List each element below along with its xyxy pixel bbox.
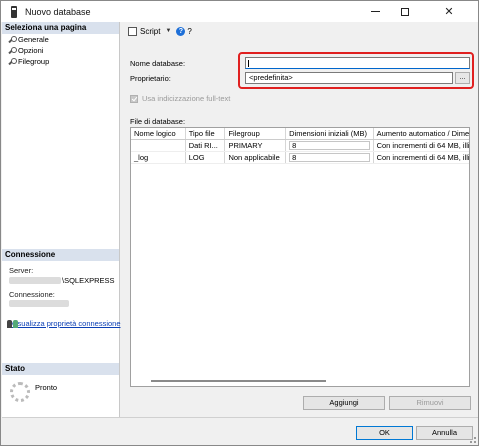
page-item-general[interactable]: Generale [2,34,119,45]
connection-value [9,300,119,307]
connection-section: Connessione Server: \SQLEXPRESS Connessi… [2,249,121,328]
owner-label: Proprietario: [130,74,171,83]
dialog-window: Nuovo database ✕ Seleziona una pagina Ge… [0,0,479,446]
initial-size-value[interactable]: 8 [289,153,370,162]
close-button[interactable]: ✕ [434,1,464,22]
column-header[interactable]: Dimensioni iniziali (MB) [286,128,374,139]
progress-spinner-icon [10,382,30,402]
page-item-filegroups[interactable]: Filegroup [2,56,119,67]
title-bar: Nuovo database ✕ [1,1,478,22]
minimize-icon [370,11,380,12]
horizontal-scrollbar[interactable] [151,380,326,382]
page-item-label: Opzioni [18,46,44,55]
maximize-icon [401,7,409,16]
redacted-text [9,277,61,284]
minimize-button[interactable] [360,1,390,22]
grid-header: Nome logico Tipo file Filegroup Dimensio… [131,128,469,140]
column-header[interactable]: Nome logico [131,128,186,139]
page-item-label: Filegroup [18,57,50,66]
script-button[interactable]: Script [140,27,160,36]
page-item-options[interactable]: Opzioni [2,45,119,56]
wrench-icon [7,46,17,55]
filegroup-cell[interactable]: PRIMARY [225,140,287,151]
redacted-text [9,300,69,307]
table-row[interactable]: _log LOG Non applicabile 8 Con increment… [131,152,469,164]
add-button[interactable]: Aggiungi [303,396,385,410]
ok-button[interactable]: OK [356,426,413,440]
initial-size-cell[interactable]: 8 [286,152,374,163]
help-icon[interactable]: ? [176,26,186,36]
main-panel: Nome database: Proprietario: <predefinit… [121,41,478,417]
window-title: Nuovo database [25,6,91,17]
checkbox-icon [130,94,138,103]
server-label: Server: [9,266,34,275]
database-files-grid: Nome logico Tipo file Filegroup Dimensio… [130,127,470,387]
connection-header: Connessione [2,249,119,261]
filegroup-cell[interactable]: Non applicabile [225,152,287,163]
status-header: Stato [2,363,119,375]
files-label: File di database: [130,117,186,126]
toolbar: Script ▼ ? ? [121,22,478,40]
script-icon[interactable] [128,26,137,36]
wrench-icon [7,57,17,66]
status-text: Pronto [35,383,58,392]
fulltext-checkbox[interactable]: Usa indicizzazione full-text [130,94,230,103]
page-item-label: Generale [18,35,49,44]
table-row[interactable]: Dati RI... PRIMARY 8 Con incrementi di 6… [131,140,469,152]
fulltext-label: Usa indicizzazione full-text [142,94,231,103]
highlight-box [238,52,474,89]
column-header[interactable]: Tipo file [186,128,226,139]
logical-name-cell[interactable] [131,140,186,151]
initial-size-value[interactable]: 8 [289,141,370,150]
server-value: \SQLEXPRESS [9,276,119,285]
db-name-label: Nome database: [130,59,186,68]
view-connection-properties-link[interactable]: Visualizza proprietà connessione [11,319,121,328]
maximize-button[interactable] [390,1,420,22]
initial-size-cell[interactable]: 8 [286,140,374,151]
column-header[interactable]: Filegroup [225,128,287,139]
file-type-cell[interactable]: LOG [186,152,226,163]
chevron-down-icon[interactable]: ▼ [165,28,171,34]
autogrowth-cell[interactable]: Con incrementi di 64 MB, illim [374,152,469,163]
help-button[interactable]: ? [187,27,191,36]
cancel-button[interactable]: Annulla [416,426,473,440]
select-page-header: Seleziona una pagina [2,22,119,34]
view-connection-properties[interactable]: Visualizza proprietà connessione [7,319,121,328]
file-type-cell[interactable]: Dati RI... [186,140,226,151]
column-header[interactable]: Aumento automatico / Dimensi [374,128,469,139]
remove-button[interactable]: Rimuovi [389,396,471,410]
status-section: Stato Pronto [2,363,119,402]
autogrowth-cell[interactable]: Con incrementi di 64 MB, illim [374,140,469,151]
left-pane: Seleziona una pagina Generale Opzioni Fi… [2,22,121,417]
close-icon: ✕ [444,6,454,18]
server-value-suffix: \SQLEXPRESS [62,276,115,285]
connection-label: Connessione: [9,290,55,299]
wrench-icon [7,35,17,44]
logical-name-cell[interactable]: _log [131,152,186,163]
dialog-footer: OK Annulla [2,417,478,445]
app-icon [9,5,19,18]
resize-grip-icon[interactable] [470,437,476,443]
